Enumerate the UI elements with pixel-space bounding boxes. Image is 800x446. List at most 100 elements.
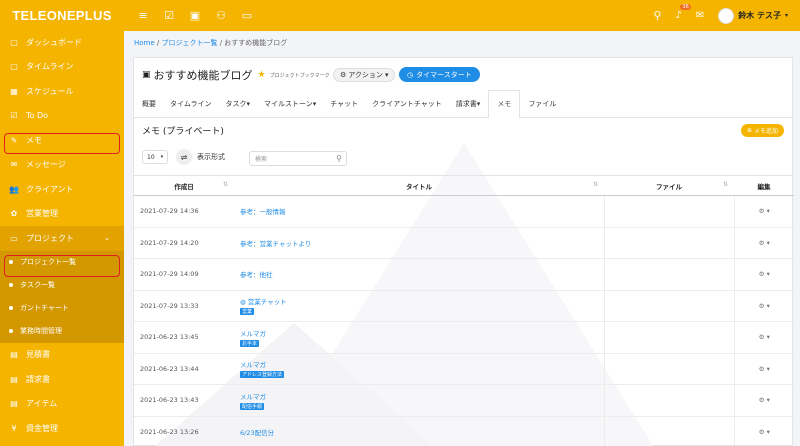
sidebar-item-todo[interactable]: ☑ To Do [0,104,124,129]
row-options-button[interactable]: ⚙ ▾ [734,321,794,354]
folder-icon: ▭ [10,233,18,243]
checkbox-icon: ☑ [10,111,18,121]
breadcrumb-home[interactable]: Home [134,39,155,47]
view-format-label[interactable]: 表示形式 [197,152,225,162]
sidebar-item-sales[interactable]: ✿ 営業管理 [0,202,124,227]
sidebar-item-label: 請求書 [26,374,50,384]
cell-title: メルマガ お手本 [234,321,604,354]
user-menu[interactable]: 鈴木 テス子 ▾ [718,7,788,24]
topbar: ≡ ☑ ▣ ⚇ ▭ ⚲ ♪ 36 ✉ 鈴木 テス子 ▾ [124,0,800,31]
column-header-title[interactable]: タイトル ⇅ [234,175,604,196]
monitor-icon[interactable]: ▭ [240,9,254,22]
row-options-button[interactable]: ⚙ ▾ [734,416,794,446]
chevron-down-icon: ⌄ [104,234,110,243]
sidebar-item-schedule[interactable]: ▦ スケジュール [0,79,124,104]
tab-chat[interactable]: チャット [330,90,358,118]
action-label: アクション [348,71,383,79]
cell-date: 2021-07-29 14:09 [134,258,234,291]
tab-timeline[interactable]: タイムライン [170,90,212,118]
document-icon: ▤ [10,374,18,384]
memo-title-link[interactable]: 6/23配信分 [240,429,274,437]
sidebar-item-messages[interactable]: ✉ メッセージ [0,153,124,178]
briefcase-icon[interactable]: ▣ [188,9,202,22]
page-size-select[interactable]: 10 ▾ [142,150,168,164]
bullet-icon [9,283,13,287]
cell-date: 2021-06-23 13:43 [134,384,234,417]
sidebar-item-gantt[interactable]: ガントチャート [0,297,124,320]
memo-title-link[interactable]: 参考：営業チャットより [240,240,311,248]
column-header-date[interactable]: 作成日 ⇅ [134,175,234,196]
add-memo-button[interactable]: ⊕ メモ追加 [740,124,784,137]
memo-title-link[interactable]: メルマガ [240,393,266,401]
star-icon[interactable]: ★ [258,70,266,80]
sidebar-item-funds[interactable]: ¥ 資金管理 [0,416,124,441]
cell-date: 2021-07-29 13:33 [134,290,234,322]
sidebar-item-estimates[interactable]: ▤ 見積書 [0,343,124,368]
memo-title-link[interactable]: 参考：他社 [240,271,273,279]
row-options-button[interactable]: ⚙ ▾ [734,290,794,322]
label-tag: お手本 [240,339,260,347]
tab-invoices[interactable]: 請求書 ▾ [456,90,481,118]
menu-icon[interactable]: ≡ [136,9,150,22]
tab-milestones[interactable]: マイルストーン ▾ [264,90,316,118]
table-row: 2021-06-23 13:26 6/23配信分 ⚙ ▾ [134,416,794,446]
column-header-file[interactable]: ファイル ⇅ [604,175,734,196]
memo-title-link[interactable]: 参考：一般情報 [240,208,286,216]
sidebar-item-dashboard[interactable]: ▢ ダッシュボード [0,30,124,55]
tab-label: 請求書 [455,99,477,108]
view-toggle-icon[interactable]: ⇌ [176,149,192,165]
checkbox-icon[interactable]: ☑ [162,9,176,22]
memo-title-link[interactable]: 営業チャット [248,298,287,306]
row-options-button[interactable]: ⚙ ▾ [734,258,794,291]
tab-label: タスク [225,99,247,108]
avatar [718,7,735,24]
tab-client-chat[interactable]: クライアントチャット [372,90,442,118]
row-options-button[interactable]: ⚙ ▾ [734,384,794,417]
sort-icon: ⇅ [222,180,228,188]
chevron-down-icon: ▾ [784,12,788,19]
tab-tasks[interactable]: タスク ▾ [226,90,251,118]
row-options-button[interactable]: ⚙ ▾ [734,227,794,259]
row-options-button[interactable]: ⚙ ▾ [734,353,794,385]
timer-start-button[interactable]: ◷ タイマースタート [399,67,480,82]
table-row: 2021-07-29 14:20 参考：営業チャットより ⚙ ▾ [134,227,794,259]
sidebar-item-timeline[interactable]: ▢ タイムライン [0,55,124,80]
sidebar-item-clients[interactable]: 👥 クライアント [0,177,124,202]
action-button[interactable]: ⚙ アクション ▾ [333,68,396,82]
sidebar-item-items[interactable]: ▤ アイテム [0,392,124,417]
row-options-button[interactable]: ⚙ ▾ [734,195,794,228]
cell-file [603,416,735,446]
users-icon[interactable]: ⚇ [214,9,228,22]
bell-icon[interactable]: ♪ 36 [675,4,691,21]
project-title-text: おすすめ機能ブログ [153,69,253,82]
bullet-icon [9,329,13,333]
sidebar-item-label: ダッシュボード [26,37,82,47]
chevron-down-icon: ▾ [312,99,317,108]
app-logo[interactable]: TELEONEPLUS [0,0,124,30]
sidebar-item-label: 営業管理 [26,209,58,219]
sidebar-item-label: プロジェクト [26,233,74,243]
document-icon: ▤ [10,399,18,409]
tab-overview[interactable]: 概要 [142,90,156,118]
chevron-down-icon: ▾ [160,154,164,160]
users-icon: 👥 [9,184,19,194]
tab-files[interactable]: ファイル [528,90,556,118]
sidebar-item-label: 業務時間管理 [20,327,62,335]
table-row: 2021-07-29 14:36 参考：一般情報 ⚙ ▾ [134,195,794,228]
search-icon[interactable]: ⚲ [653,9,661,22]
sidebar-item-projects[interactable]: ▭ プロジェクト ⌄ [0,226,124,251]
column-label: タイトル [406,182,432,191]
breadcrumb-projects[interactable]: プロジェクト一覧 [161,39,217,47]
sidebar-item-work-hours[interactable]: 業務時間管理 [0,320,124,343]
sidebar-item-label: タスク一覧 [20,281,55,289]
sidebar-item-invoices[interactable]: ▤ 請求書 [0,367,124,392]
memo-title-link[interactable]: メルマガ [240,361,266,369]
cell-file [603,227,735,259]
envelope-icon: ✉ [10,160,18,170]
tab-memo[interactable]: メモ [488,89,521,119]
cell-file [603,353,735,385]
cell-date: 2021-06-23 13:26 [134,416,234,446]
memo-title-link[interactable]: メルマガ [240,330,266,338]
search-input[interactable]: 検索 ⚲ [249,151,347,166]
mail-icon[interactable]: ✉ [696,10,704,21]
